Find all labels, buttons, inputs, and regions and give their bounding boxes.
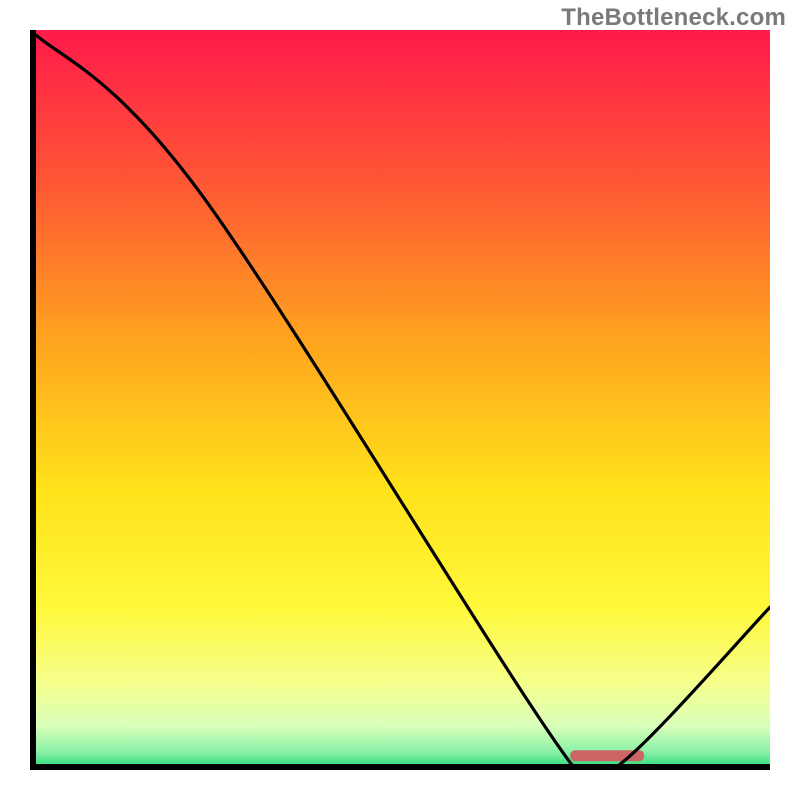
plot-area bbox=[30, 30, 770, 770]
gradient-background bbox=[30, 30, 770, 770]
chart-frame: TheBottleneck.com bbox=[0, 0, 800, 800]
watermark-text: TheBottleneck.com bbox=[561, 4, 786, 32]
chart-svg bbox=[30, 30, 770, 770]
